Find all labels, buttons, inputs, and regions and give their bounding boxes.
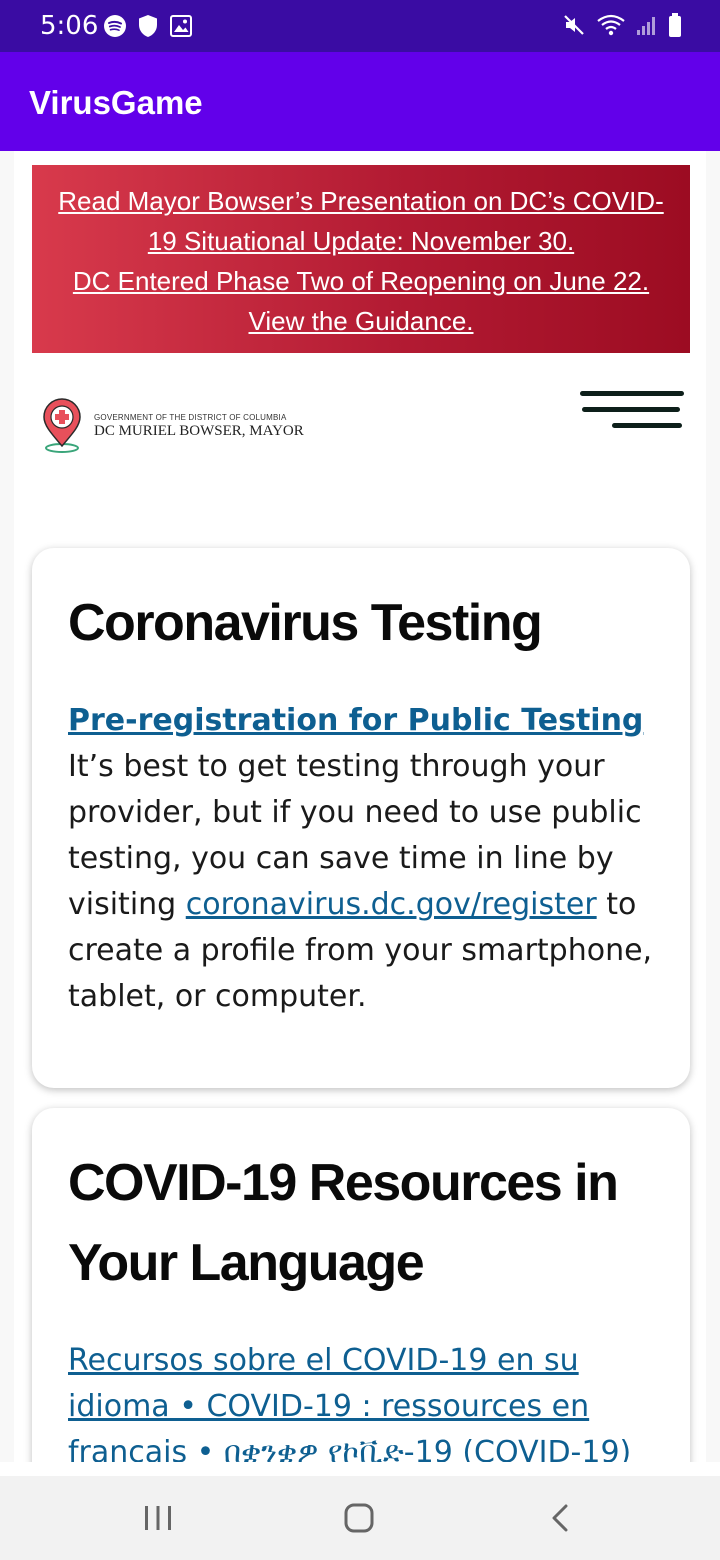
testing-text-line: visiting coronavirus.dc.gov/register to — [68, 882, 668, 928]
presentation-link-cont[interactable]: 19 Situational Update: November 30. — [42, 221, 680, 261]
presentation-link[interactable]: Read Mayor Bowser’s Presentation on DC’s… — [42, 181, 680, 221]
testing-title: Coronavirus Testing — [68, 594, 543, 652]
back-button[interactable] — [510, 1476, 610, 1560]
hamburger-menu-button[interactable] — [580, 391, 684, 451]
dc-mark: DC — [94, 423, 115, 439]
resources-title-line: Your Language — [68, 1234, 425, 1292]
pre-registration-link[interactable]: Pre-registration for Public Testing — [68, 698, 668, 744]
recents-icon — [145, 1506, 171, 1530]
home-button[interactable] — [309, 1476, 409, 1560]
testing-text-line: tablet, or computer. — [68, 979, 367, 1014]
back-icon — [552, 1504, 568, 1532]
testing-body: Pre-registration for Public Testing It’s… — [68, 698, 668, 1020]
testing-text-line: It’s best to get testing through your — [68, 749, 605, 784]
site-header: GOVERNMENT OF THE DISTRICT OF COLUMBIA D… — [14, 381, 706, 471]
webview[interactable]: Read Mayor Bowser’s Presentation on DC’s… — [0, 151, 720, 1462]
resources-links: Recursos sobre el COVID-19 en su idioma … — [68, 1338, 668, 1462]
alert-banner: Read Mayor Bowser’s Presentation on DC’s… — [32, 165, 690, 353]
menu-bar-line — [612, 423, 682, 428]
shield-icon — [139, 15, 157, 37]
status-time: 5:06 — [40, 11, 99, 41]
mayor-line: DC MURIEL BOWSER, MAYOR — [94, 423, 304, 440]
home-icon — [344, 1503, 374, 1533]
resources-title-line: COVID-19 Resources in — [68, 1154, 619, 1212]
app-title: VirusGame — [29, 84, 203, 121]
status-bar: 5:06 — [0, 0, 720, 52]
image-icon — [170, 15, 192, 37]
battery-icon — [669, 13, 681, 37]
navigation-bar — [0, 1476, 720, 1560]
gov-line: GOVERNMENT OF THE DISTRICT OF COLUMBIA — [94, 413, 287, 422]
menu-bar-line — [582, 407, 680, 412]
testing-text-line: testing, you can save time in line by — [68, 841, 614, 876]
medical-pin-logo-icon[interactable] — [42, 398, 86, 454]
language-resources-link[interactable]: francais • በቋንቋዎ የኮቪድ-19 (COVID-19) — [68, 1430, 668, 1462]
phase-two-link[interactable]: DC Entered Phase Two of Reopening on Jun… — [42, 261, 680, 301]
app-bar: VirusGame — [0, 52, 720, 151]
menu-bar-line — [580, 391, 684, 396]
guidance-link[interactable]: View the Guidance. — [42, 301, 680, 341]
language-resources-link[interactable]: idioma • COVID-19 : ressources en — [68, 1384, 668, 1430]
testing-text-line: provider, but if you need to use public — [68, 795, 642, 830]
visiting-prefix: visiting — [68, 887, 186, 922]
signal-icon — [637, 17, 655, 35]
mute-icon — [564, 15, 584, 35]
testing-text-line: create a profile from your smartphone, — [68, 933, 653, 968]
recents-button[interactable] — [108, 1476, 208, 1560]
wifi-icon — [597, 14, 625, 36]
resources-card: COVID-19 Resources in Your Language Recu… — [32, 1108, 690, 1462]
testing-card: Coronavirus Testing Pre-registration for… — [32, 548, 690, 1088]
visiting-suffix: to — [596, 887, 637, 922]
web-page: Read Mayor Bowser’s Presentation on DC’s… — [14, 151, 706, 1462]
spotify-icon — [104, 15, 126, 37]
language-resources-link[interactable]: Recursos sobre el COVID-19 en su — [68, 1338, 668, 1384]
register-link[interactable]: coronavirus.dc.gov/register — [186, 887, 597, 922]
mayor-name: MURIEL BOWSER, MAYOR — [118, 423, 304, 439]
